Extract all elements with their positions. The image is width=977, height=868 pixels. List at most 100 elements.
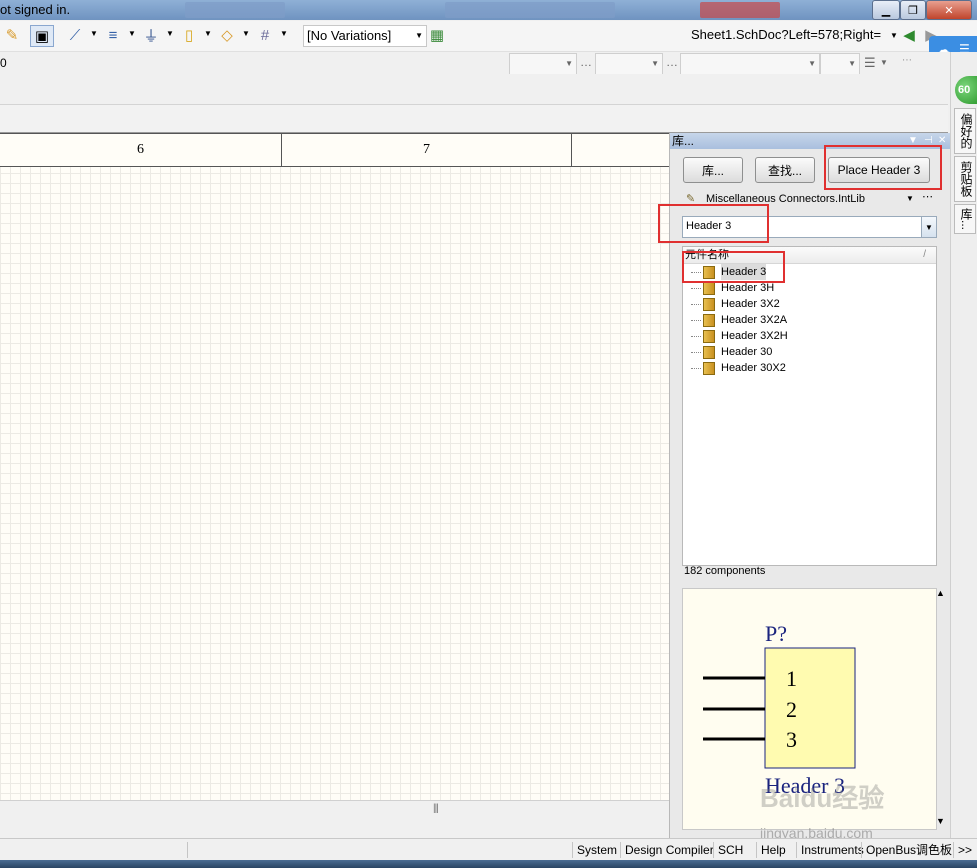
- component-icon: [703, 361, 715, 375]
- pencil-icon[interactable]: ✎: [4, 25, 20, 45]
- side-panel-tabs: 偏好的 剪贴板 库...: [950, 52, 977, 838]
- horizontal-scrollbar[interactable]: |||: [0, 800, 669, 817]
- chevron-down-icon: ▼: [651, 59, 659, 68]
- component-icon: [703, 313, 715, 327]
- sheet-path-combo[interactable]: Sheet1.SchDoc?Left=578;Right=: [691, 25, 887, 45]
- chevron-down-icon: ▼: [848, 59, 856, 68]
- filter-combo-2[interactable]: ▼: [595, 53, 663, 75]
- chevron-down-icon[interactable]: ▼: [936, 816, 945, 826]
- zone-label: 7: [282, 134, 572, 166]
- list-item[interactable]: Header 3X2H: [691, 328, 788, 344]
- title-bar: ot signed in. ▁ ❐ ✕: [0, 0, 977, 20]
- chevron-down-icon: ▼: [415, 31, 423, 40]
- side-tab-clipboard[interactable]: 剪贴板: [954, 156, 976, 202]
- filter-combo-3[interactable]: ▼: [680, 53, 820, 75]
- document-strip: [0, 74, 948, 105]
- chart-line-icon[interactable]: ⟋: [66, 25, 84, 45]
- variations-value: [No Variations]: [307, 28, 392, 43]
- bottom-area: [0, 817, 669, 838]
- align-icon[interactable]: ≡: [104, 25, 122, 45]
- search-button[interactable]: 查找...: [755, 157, 815, 183]
- chevron-down-icon[interactable]: ▼: [128, 29, 136, 38]
- taskbar-blur: [700, 2, 780, 18]
- preview-scrollbar[interactable]: ▲ ▼: [935, 588, 947, 828]
- pin-number: 2: [786, 697, 797, 722]
- list-item[interactable]: Header 3X2A: [691, 312, 787, 328]
- list-item[interactable]: Header 3X2: [691, 296, 780, 312]
- document-tab-bar: [0, 105, 948, 133]
- side-tab-libraries[interactable]: 库...: [954, 204, 976, 234]
- ground-icon[interactable]: ⏚: [142, 25, 160, 45]
- taskbar-blur: [185, 2, 285, 18]
- maximize-button[interactable]: ❐: [900, 0, 926, 20]
- variant-manager-icon[interactable]: ▦: [428, 25, 446, 45]
- pin-number: 3: [786, 727, 797, 752]
- status-spacer: [187, 842, 576, 858]
- toolbar: ✎ ▣ ⟋ ▼ ≡ ▼ ⏚ ▼ ▯ ▼ ◇ ▼ # ▼ [No Variatio…: [0, 21, 977, 52]
- ellipsis-icon: …: [580, 55, 592, 69]
- minimize-button[interactable]: ▁: [872, 0, 900, 20]
- grid-icon[interactable]: #: [256, 25, 274, 45]
- login-status: ot signed in.: [0, 2, 71, 17]
- side-tab-favorites[interactable]: 偏好的: [954, 108, 976, 154]
- component-icon: [703, 329, 715, 343]
- libraries-button[interactable]: 库...: [683, 157, 743, 183]
- speed-badge[interactable]: 60: [955, 76, 977, 104]
- variations-select[interactable]: [No Variations] ▼: [303, 25, 427, 47]
- chevron-down-icon[interactable]: ▼: [280, 29, 288, 38]
- chevron-up-icon[interactable]: ▲: [936, 588, 945, 598]
- chevron-down-icon[interactable]: ▼: [204, 29, 212, 38]
- chevron-down-icon[interactable]: ▼: [242, 29, 250, 38]
- highlight-box: [824, 145, 942, 190]
- sheet-border-ruler: 6 7: [0, 133, 669, 167]
- filter-combo-1[interactable]: ▼: [509, 53, 577, 75]
- ellipsis-icon[interactable]: ⋯: [922, 188, 933, 206]
- close-button[interactable]: ✕: [926, 0, 972, 20]
- filter-combo-4[interactable]: ▼: [820, 53, 860, 75]
- status-more-button[interactable]: >>: [953, 842, 976, 858]
- os-taskbar: [0, 860, 977, 868]
- panel-title: 库...: [672, 134, 695, 148]
- left-value: 0: [0, 56, 7, 70]
- chevron-down-icon[interactable]: ▼: [166, 29, 174, 38]
- status-tab-sch[interactable]: SCH: [713, 842, 747, 858]
- component-list[interactable]: 元件名称 / Header 3 Header 3H Header 3X2 Hea…: [682, 246, 937, 566]
- back-icon[interactable]: ◀: [900, 25, 918, 45]
- symbol-body: [764, 647, 856, 769]
- status-tab-openbus[interactable]: OpenBus调色板: [861, 842, 956, 858]
- schematic-sheet[interactable]: 6 7: [0, 133, 669, 800]
- list-item[interactable]: Header 30: [691, 344, 772, 360]
- chevron-down-icon[interactable]: ▼: [906, 190, 914, 208]
- status-bar: System Design Compiler SCH Help Instrume…: [0, 838, 977, 861]
- status-tab-system[interactable]: System: [572, 842, 621, 858]
- list-icon[interactable]: ☰: [864, 55, 876, 71]
- component-icon: [703, 281, 715, 295]
- chevron-down-icon[interactable]: ▼: [90, 29, 98, 38]
- chevron-down-icon: ▼: [565, 59, 573, 68]
- status-tab-design-compiler[interactable]: Design Compiler: [620, 842, 718, 858]
- scroll-grip-icon[interactable]: |||: [433, 803, 439, 814]
- toolbar-secondary: 0 ▼ … ▼ … ▼ ▼ ☰ ▼ ⋯: [0, 52, 950, 75]
- resistor-icon[interactable]: ▯: [180, 25, 198, 45]
- list-item[interactable]: Header 30X2: [691, 360, 786, 376]
- wire-tool-icon[interactable]: ▣: [30, 25, 54, 47]
- zone-label: 6: [0, 134, 282, 166]
- status-tab-help[interactable]: Help: [756, 842, 790, 858]
- chevron-down-icon[interactable]: ▼: [890, 25, 898, 45]
- grid-dots-icon[interactable]: ⋯: [902, 55, 912, 66]
- library-panel: 库... ▼ ⊣ ✕ 库... 查找... Place Header 3 ✎ M…: [658, 133, 950, 838]
- component-count: 182 components: [684, 565, 766, 577]
- taskbar-blur: [445, 2, 615, 18]
- ellipsis-icon: …: [666, 55, 678, 69]
- component-icon: [703, 345, 715, 359]
- chevron-down-icon[interactable]: ▼: [921, 217, 936, 237]
- highlight-box: [682, 251, 785, 283]
- pin-number: 1: [786, 666, 797, 691]
- chevron-down-icon[interactable]: ▼: [880, 58, 888, 67]
- watermark: Baidu经验: [760, 783, 885, 813]
- status-tab-instruments[interactable]: Instruments: [796, 842, 868, 858]
- component-icon: [703, 297, 715, 311]
- chevron-down-icon: ▼: [808, 59, 816, 68]
- sort-icon: /: [923, 249, 926, 260]
- port-icon[interactable]: ◇: [218, 25, 236, 45]
